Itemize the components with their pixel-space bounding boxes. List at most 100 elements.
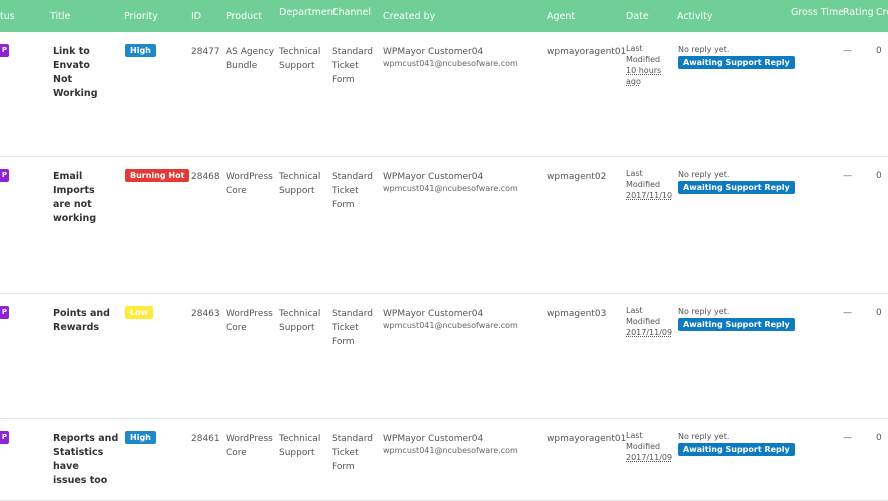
channel_lines-line: Form [332, 75, 355, 85]
channel_lines-line: Standard [332, 47, 373, 57]
title_lines-line: Reports and [53, 433, 119, 444]
department_lines-line: Technical [279, 172, 321, 182]
customer-email[interactable]: wpmcust041@ncubesofware.com [383, 182, 518, 196]
ticket-title[interactable]: Points and Rewards [53, 307, 119, 335]
channel-cell: Standard Ticket Form [332, 432, 373, 474]
date-line: Last [626, 44, 643, 53]
title_lines-line: are not [53, 199, 92, 210]
date-line: Modified [626, 55, 661, 64]
priority-badge: High [125, 431, 156, 444]
activity-text: No reply yet. [678, 307, 730, 316]
ticket-row[interactable]: P Email Imports are not working Burning Ho… [0, 157, 888, 294]
awaiting-support-badge: Awaiting Support Reply [678, 443, 795, 456]
col-activity[interactable]: Activity [677, 11, 713, 22]
status-badge: P [0, 431, 9, 444]
department_lines-line: Support [279, 323, 315, 333]
gross-time: — [843, 46, 852, 56]
priority-badge: High [125, 44, 156, 57]
gross-time: — [843, 433, 852, 443]
title_lines-line: working [53, 213, 97, 224]
activity-cell: No reply yet. Awaiting Support Reply [678, 169, 795, 195]
activity-text: No reply yet. [678, 432, 730, 441]
channel_lines-line: Form [332, 462, 355, 472]
date-line: Modified [626, 317, 661, 326]
department_lines-line: Support [279, 448, 315, 458]
date-line: ago [626, 77, 641, 86]
product_lines-line: WordPress [226, 434, 273, 444]
status-badge: P [0, 306, 9, 319]
col-id[interactable]: ID [191, 11, 201, 22]
rating: 0 [876, 46, 882, 56]
rating: 0 [876, 433, 882, 443]
col-extra[interactable]: Cre [876, 7, 888, 18]
department_lines-line: Technical [279, 309, 321, 319]
date-line: Last [626, 169, 643, 178]
col-title[interactable]: Title [50, 11, 70, 22]
ticket-row[interactable]: P Reports and Statistics have issues too H… [0, 419, 888, 501]
ticket-row[interactable]: P Link to Envato Not Working High 28477 A… [0, 32, 888, 157]
agent-name[interactable]: wpmagent02 [547, 170, 606, 184]
col-channel[interactable]: Channel [332, 7, 371, 18]
customer-email[interactable]: wpmcust041@ncubesofware.com [383, 319, 518, 333]
agent-name[interactable]: wpmayoragent01 [547, 45, 626, 59]
title_lines-line: Rewards [53, 322, 100, 333]
col-gross-time[interactable]: Gross Time [791, 7, 844, 18]
col-status[interactable]: tus [0, 11, 15, 22]
date-line: 2017/11/09 [626, 328, 673, 337]
department_lines-line: Support [279, 61, 315, 71]
title_lines-line: Not Working [53, 74, 98, 99]
agent-name[interactable]: wpmayoragent01 [547, 432, 626, 446]
activity-cell: No reply yet. Awaiting Support Reply [678, 44, 795, 70]
agent-name[interactable]: wpmagent03 [547, 307, 606, 321]
col-rating[interactable]: Rating [843, 7, 874, 18]
gross-time: — [843, 308, 852, 318]
col-created-by[interactable]: Created by [383, 11, 435, 22]
ticket-id: 28468 [191, 172, 220, 182]
awaiting-support-badge: Awaiting Support Reply [678, 56, 795, 69]
customer-email[interactable]: wpmcust041@ncubesofware.com [383, 57, 518, 71]
gross-time: — [843, 171, 852, 181]
product_lines-line: Core [226, 186, 247, 196]
created-by-cell: WPMayor Customer04 wpmcust041@ncubesofwa… [383, 307, 518, 333]
ticket-row[interactable]: P Points and Rewards Low 28463 WordPress C… [0, 294, 888, 419]
channel-cell: Standard Ticket Form [332, 170, 373, 212]
channel_lines-line: Standard [332, 309, 373, 319]
date-line: Last [626, 431, 643, 440]
department_lines-line: Technical [279, 434, 321, 444]
date-cell: Last Modified 10 hours ago [626, 43, 661, 87]
col-agent[interactable]: Agent [547, 11, 575, 22]
date-line: 10 hours [626, 66, 662, 75]
department_lines-line: Support [279, 186, 315, 196]
department-cell: Technical Support [279, 307, 320, 335]
product_lines-line: AS Agency [226, 47, 275, 57]
status-badge: P [0, 44, 9, 57]
customer-email[interactable]: wpmcust041@ncubesofware.com [383, 444, 518, 458]
ticket-title[interactable]: Link to Envato Not Working [53, 45, 119, 101]
ticket-title[interactable]: Reports and Statistics have issues too [53, 432, 119, 488]
col-date[interactable]: Date [626, 11, 649, 22]
priority-badge: Burning Hot [125, 169, 190, 182]
created-by-cell: WPMayor Customer04 wpmcust041@ncubesofwa… [383, 432, 518, 458]
department-cell: Technical Support [279, 45, 320, 73]
created-by-cell: WPMayor Customer04 wpmcust041@ncubesofwa… [383, 45, 518, 71]
col-priority[interactable]: Priority [124, 11, 158, 22]
date-line: Modified [626, 180, 661, 189]
activity-text: No reply yet. [678, 170, 730, 179]
date-line: Modified [626, 442, 661, 451]
channel_lines-line: Ticket [332, 61, 359, 71]
table-header: tus Title Priority ID Product Department… [0, 0, 888, 32]
ticket-id: 28461 [191, 434, 220, 444]
ticket-id: 28463 [191, 309, 220, 319]
department_lines-line: Technical [279, 47, 321, 57]
product_lines-line: WordPress [226, 172, 273, 182]
col-department[interactable]: Department [279, 7, 337, 18]
product_lines-line: Core [226, 448, 247, 458]
channel_lines-line: Form [332, 200, 355, 210]
channel_lines-line: Ticket [332, 323, 359, 333]
activity-cell: No reply yet. Awaiting Support Reply [678, 431, 795, 457]
awaiting-support-badge: Awaiting Support Reply [678, 181, 795, 194]
date-line: 2017/11/09 [626, 453, 673, 462]
ticket-title[interactable]: Email Imports are not working [53, 170, 119, 226]
activity-text: No reply yet. [678, 45, 730, 54]
col-product[interactable]: Product [226, 11, 262, 22]
